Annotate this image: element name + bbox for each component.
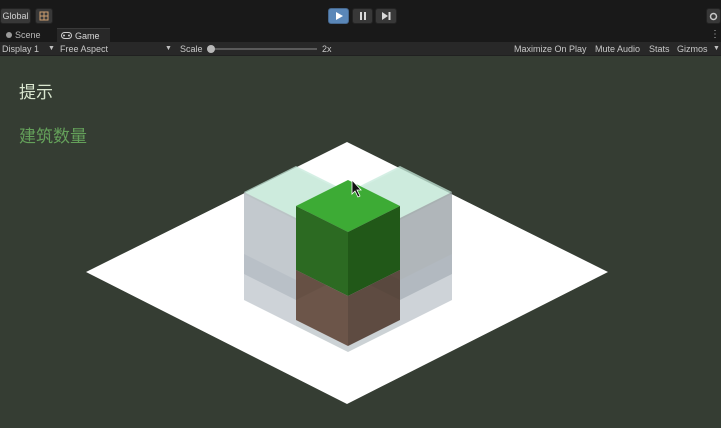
game-view-toolbar: Display 1 ▼ Free Aspect ▼ Scale 2x Maxim… <box>0 42 721 56</box>
display-chevron-icon[interactable]: ▼ <box>48 42 55 56</box>
scale-label: Scale <box>180 44 203 54</box>
tab-scene[interactable]: Scene <box>2 28 54 42</box>
building-count-label: 建筑数量 <box>19 127 87 146</box>
global-toggle-button[interactable]: Global <box>0 8 31 24</box>
step-icon <box>381 12 390 20</box>
tab-scene-label: Scene <box>15 30 41 40</box>
scene-render <box>86 142 608 404</box>
scene-icon <box>6 32 12 38</box>
toolbar-settings-button[interactable] <box>706 8 721 24</box>
display-label: Display 1 <box>2 44 40 54</box>
tab-bar: Scene Game ⋮ <box>0 28 721 42</box>
grid-snap-icon <box>39 11 49 21</box>
maximize-on-play-toggle[interactable]: Maximize On Play <box>514 42 587 56</box>
more-options-icon[interactable]: ⋮ <box>710 28 720 42</box>
gamepad-icon <box>61 32 72 39</box>
play-icon <box>335 12 343 20</box>
mute-audio-toggle[interactable]: Mute Audio <box>595 42 640 56</box>
tab-game[interactable]: Game <box>57 28 110 42</box>
gizmos-toggle[interactable]: Gizmos <box>677 42 708 56</box>
aspect-label: Free Aspect <box>60 44 109 54</box>
display-dropdown[interactable]: Display 1 <box>2 42 39 56</box>
hint-label: 提示 <box>19 83 53 102</box>
play-button[interactable] <box>328 8 349 24</box>
step-button[interactable] <box>375 8 397 24</box>
pause-icon <box>359 12 366 20</box>
pause-button[interactable] <box>352 8 373 24</box>
stats-toggle[interactable]: Stats <box>649 42 670 56</box>
tool-settings-button[interactable] <box>35 8 53 24</box>
settings-icon <box>709 12 718 20</box>
scale-value: 2x <box>322 44 332 54</box>
global-label: Global <box>2 11 29 21</box>
scale-slider-thumb[interactable] <box>207 45 215 53</box>
aspect-chevron-icon[interactable]: ▼ <box>165 42 172 56</box>
scale-slider-track[interactable] <box>211 48 317 50</box>
gizmos-chevron-icon[interactable]: ▼ <box>713 42 720 56</box>
main-toolbar: Global <box>0 0 721 28</box>
aspect-dropdown[interactable]: Free Aspect <box>60 42 108 56</box>
tab-game-label: Game <box>75 30 100 41</box>
game-viewport[interactable]: 提示 建筑数量 <box>0 56 721 428</box>
